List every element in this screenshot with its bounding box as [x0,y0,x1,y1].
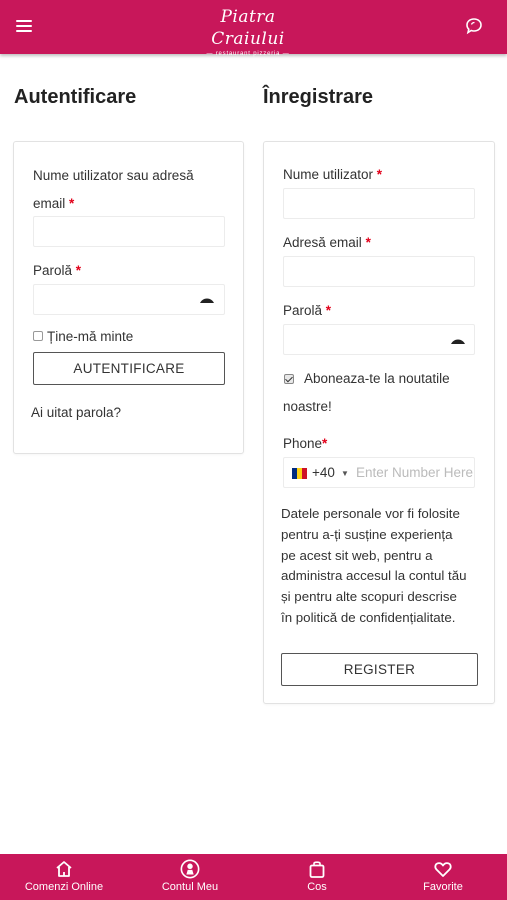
register-card: Nume utilizator * Adresă email * Parolă … [263,141,495,704]
login-submit-button[interactable]: AUTENTIFICARE [33,352,225,385]
privacy-line: și pentru alte scopuri descrise [281,589,457,605]
login-heading: Autentificare [14,86,137,108]
register-password-label: Parolă * [283,303,332,318]
register-heading: Înregistrare [263,86,374,108]
nav-label: Comenzi Online [24,881,104,893]
forgot-password-link[interactable]: Ai uitat parola? [31,405,121,420]
register-username-label: Nume utilizator * [283,167,383,182]
nav-label: Contul Meu [161,881,219,893]
phone-label: Phone* [283,436,328,451]
login-password-label: Parolă * [33,263,82,278]
register-submit-button[interactable]: REGISTER [281,653,478,686]
home-icon [56,861,72,877]
remember-me-label: Ține-mă minte [47,329,134,344]
newsletter-checkbox[interactable] [284,374,294,384]
login-username-input[interactable] [33,216,225,247]
register-password-input[interactable] [283,324,475,355]
nav-item-contul-meu[interactable]: Contul Meu [135,854,245,900]
chat-icon[interactable] [464,16,484,36]
romania-flag-icon[interactable] [292,468,307,479]
site-logo[interactable]: Piatra Craiului — restaurant pizzeria — [196,6,300,57]
hamburger-icon[interactable] [16,20,32,33]
newsletter-label: Aboneaza-te la noutatile [304,371,450,386]
eye-icon[interactable] [451,338,465,346]
register-email-label: Adresă email * [283,235,371,250]
account-icon [180,859,200,879]
logo-tagline: — restaurant pizzeria — [206,51,290,57]
phone-field[interactable]: +40 ▼ [283,457,476,488]
heart-icon [434,862,452,877]
newsletter-label-line2: noastre! [283,399,332,414]
register-email-input[interactable] [283,256,475,287]
login-username-label: Nume utilizator sau adresă email * [33,168,194,211]
remember-me-checkbox[interactable] [33,331,43,341]
bottom-navigation: Comenzi Online Contul Meu Cos Favorite [0,854,507,900]
privacy-line: în politică de confidențialitate. [281,609,456,625]
nav-item-cos[interactable]: Cos [262,854,372,900]
logo-wordmark: Piatra Craiului [211,7,285,49]
login-card: Nume utilizator sau adresă email * Parol… [13,141,244,454]
privacy-line: pe acest sit web, pentru a [281,547,433,563]
login-password-input[interactable] [33,284,225,315]
phone-input[interactable] [356,458,476,487]
nav-item-comenzi-online[interactable]: Comenzi Online [9,854,119,900]
privacy-line: pentru a-ți susține experiența [281,526,453,542]
nav-item-favorite[interactable]: Favorite [388,854,498,900]
privacy-line: administra accesul la contul tău [281,568,467,584]
bag-icon [309,861,325,878]
register-username-input[interactable] [283,188,475,219]
dial-code[interactable]: +40 [312,465,335,480]
nav-label: Favorite [423,881,463,893]
privacy-text: Datele personale vor fi folosite pentru … [281,504,486,629]
caret-down-icon[interactable]: ▼ [341,469,349,478]
top-app-bar: Piatra Craiului — restaurant pizzeria — [0,0,507,57]
eye-icon[interactable] [200,297,214,305]
privacy-line: Datele personale vor fi folosite [281,506,460,521]
nav-label: Cos [307,881,327,893]
